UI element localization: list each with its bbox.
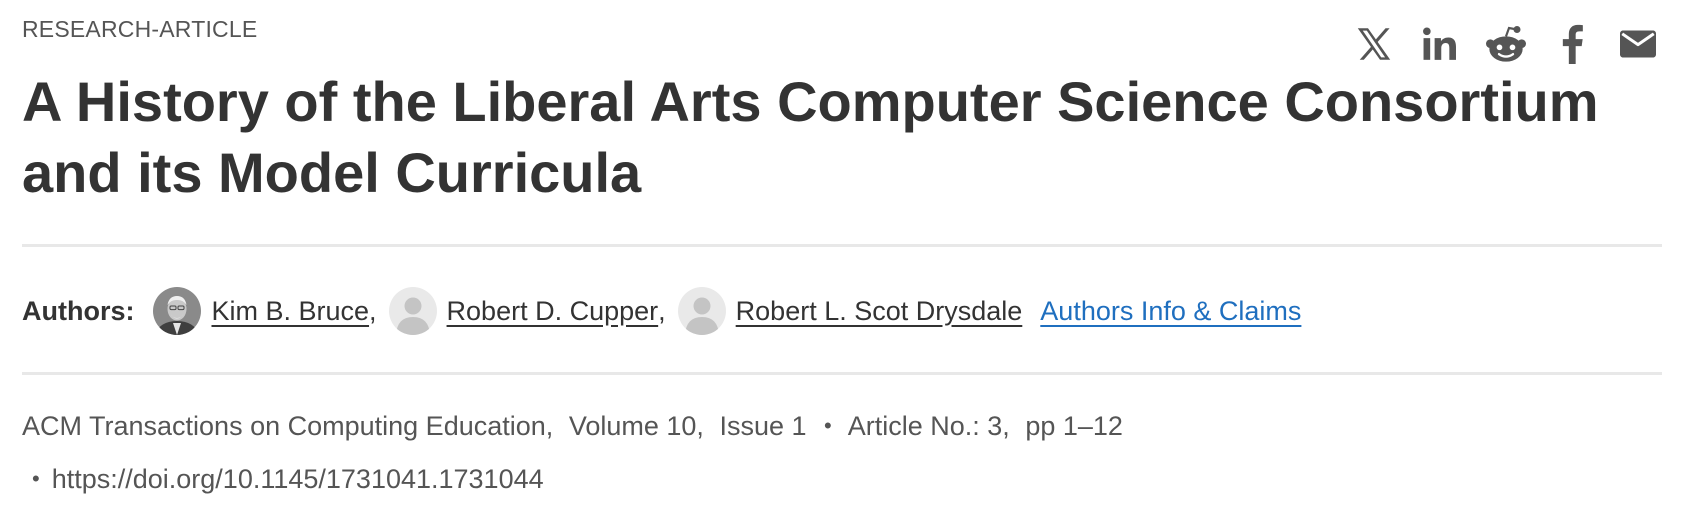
authors-label: Authors:	[22, 295, 135, 326]
share-email-button[interactable]	[1614, 20, 1662, 68]
article-header: RESEARCH-ARTICLE A History of the Libera…	[22, 0, 1662, 510]
author-photo[interactable]	[153, 287, 202, 335]
share-linkedin-button[interactable]	[1416, 20, 1464, 68]
doi-link[interactable]: https://doi.org/10.1145/1731041.1731044	[52, 464, 544, 494]
author-separator: ,	[658, 295, 666, 326]
reddit-icon	[1486, 26, 1526, 62]
share-x-button[interactable]	[1350, 20, 1398, 68]
author-robert-drysdale: Robert L. Scot Drysdale	[677, 287, 1023, 335]
bullet-separator: •	[32, 466, 40, 491]
share-facebook-button[interactable]	[1548, 20, 1596, 68]
article-type-label: RESEARCH-ARTICLE	[22, 16, 258, 42]
authors-row: Authors: Kim B. Bruce, Robert D. Cupper …	[22, 285, 1301, 337]
author-separator: ,	[369, 295, 377, 326]
author-name-link[interactable]: Kim B. Bruce	[211, 296, 369, 327]
avatar-placeholder-icon[interactable]	[388, 287, 437, 335]
share-bar	[1332, 20, 1662, 68]
page-range: pp 1–12	[1025, 411, 1123, 441]
divider	[22, 244, 1662, 247]
facebook-icon	[1562, 24, 1583, 64]
share-reddit-button[interactable]	[1482, 20, 1530, 68]
issue-link[interactable]: Issue 1	[719, 411, 806, 441]
author-name-link[interactable]: Robert D. Cupper	[447, 296, 659, 327]
avatar-placeholder-icon[interactable]	[677, 287, 726, 335]
bullet-separator: •	[824, 413, 832, 438]
author-kim-bruce: Kim B. Bruce,	[153, 287, 388, 335]
linkedin-icon	[1423, 27, 1456, 60]
x-icon	[1357, 28, 1391, 60]
volume-link[interactable]: Volume 10	[569, 411, 697, 441]
author-robert-cupper: Robert D. Cupper,	[388, 287, 678, 335]
doi-row: • https://doi.org/10.1145/1731041.1731044	[32, 464, 544, 495]
article-title: A History of the Liberal Arts Computer S…	[22, 70, 1599, 204]
article-number: Article No.: 3	[847, 411, 1003, 441]
journal-name-link[interactable]: ACM Transactions on Computing Education	[22, 411, 546, 441]
divider	[22, 372, 1662, 375]
email-icon	[1620, 30, 1656, 58]
author-name-link[interactable]: Robert L. Scot Drysdale	[736, 296, 1023, 327]
authors-info-claims-link[interactable]: Authors Info & Claims	[1040, 296, 1301, 327]
publication-info: ACM Transactions on Computing Education,…	[22, 411, 1123, 441]
